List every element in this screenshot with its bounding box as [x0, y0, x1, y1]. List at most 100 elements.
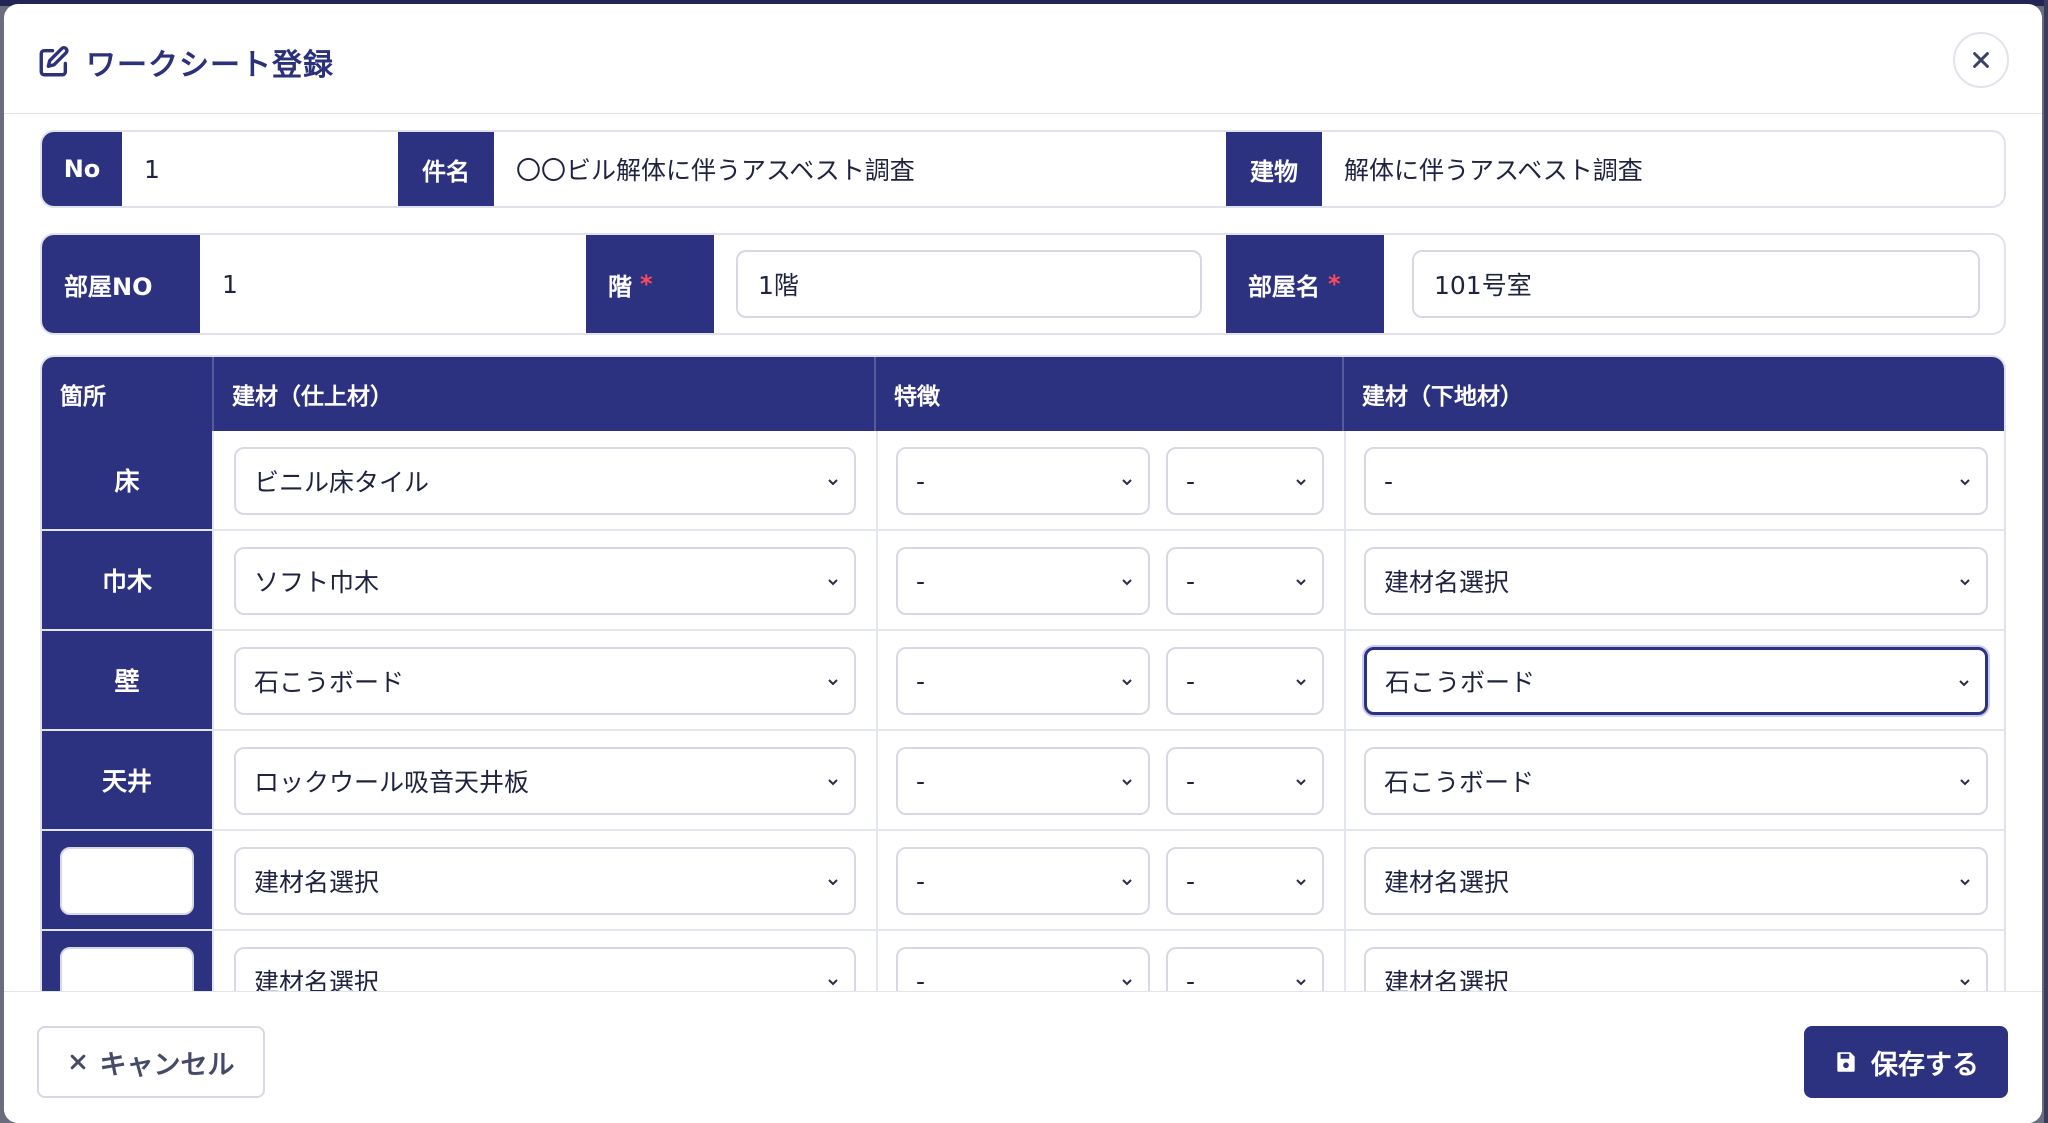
- table-row: 壁 石こうボード - - 石こうボード: [42, 631, 2004, 731]
- select-value: 建材名選択: [1384, 868, 1510, 897]
- chevron-down-icon: [828, 479, 838, 486]
- row-location: [42, 931, 214, 991]
- feature-select-2[interactable]: -: [1166, 647, 1324, 715]
- select-value: -: [1384, 466, 1394, 496]
- material-table: 箇所 建材（仕上材） 特徴 建材（下地材） 床 ビニル床タイル - - - 巾木…: [40, 355, 2006, 991]
- chevron-down-icon: [1122, 979, 1132, 986]
- location-input[interactable]: [60, 847, 194, 915]
- table-row: 建材名選択 - - 建材名選択: [42, 931, 2004, 991]
- chevron-down-icon: [1122, 579, 1132, 586]
- cancel-button[interactable]: キャンセル: [37, 1026, 265, 1098]
- no-value: 1: [144, 154, 160, 184]
- feature-select-1[interactable]: -: [896, 947, 1150, 991]
- chevron-down-icon: [1959, 680, 1969, 687]
- feature-select-1[interactable]: -: [896, 847, 1150, 915]
- chevron-down-icon: [1960, 779, 1970, 786]
- chevron-down-icon: [1296, 979, 1306, 986]
- select-value: -: [916, 966, 926, 992]
- building-value: 解体に伴うアスベスト調査: [1344, 156, 1643, 185]
- location-input[interactable]: [60, 947, 194, 991]
- header-feature: 特徴: [876, 357, 1344, 431]
- feature-select-2[interactable]: -: [1166, 847, 1324, 915]
- dialog-header: ワークシート登録: [4, 4, 2042, 114]
- room-name-input-value: 101号室: [1434, 271, 1532, 300]
- chevron-down-icon: [1296, 779, 1306, 786]
- dialog-body: No 1 件名 〇〇ビル解体に伴うアスベスト調査 建物 解体に伴うアスベスト調査…: [4, 115, 2042, 991]
- row-location: 天井: [42, 731, 214, 829]
- close-button[interactable]: [1953, 32, 2009, 88]
- floor-label-text: 階: [608, 272, 632, 301]
- cancel-label: キャンセル: [99, 1049, 235, 1081]
- base-material-select[interactable]: 建材名選択: [1364, 547, 1988, 615]
- floor-label: 階 *: [586, 235, 714, 333]
- base-material-select[interactable]: 建材名選択: [1364, 847, 1988, 915]
- row-location: 床: [42, 431, 214, 529]
- finish-material-select[interactable]: ソフト巾木: [234, 547, 856, 615]
- select-value: 石こうボード: [1385, 668, 1536, 697]
- finish-material-select[interactable]: 建材名選択: [234, 847, 856, 915]
- edit-icon: [39, 45, 69, 77]
- feature-select-1[interactable]: -: [896, 447, 1150, 515]
- chevron-down-icon: [1122, 879, 1132, 886]
- chevron-down-icon: [1122, 779, 1132, 786]
- feature-select-1[interactable]: -: [896, 747, 1150, 815]
- finish-material-select[interactable]: ロックウール吸音天井板: [234, 747, 856, 815]
- dialog-title: ワークシート登録: [86, 48, 334, 83]
- chevron-down-icon: [828, 979, 838, 986]
- chevron-down-icon: [1296, 579, 1306, 586]
- select-value: -: [916, 566, 926, 596]
- base-material-select[interactable]: -: [1364, 447, 1988, 515]
- select-value: -: [1186, 466, 1196, 496]
- floor-input-value: 1階: [758, 271, 799, 300]
- select-value: 石こうボード: [1384, 768, 1535, 797]
- base-material-select[interactable]: 石こうボード: [1364, 647, 1988, 715]
- feature-select-2[interactable]: -: [1166, 747, 1324, 815]
- select-value: -: [916, 866, 926, 896]
- chevron-down-icon: [1960, 879, 1970, 886]
- subject-label: 件名: [398, 132, 494, 206]
- base-material-select[interactable]: 石こうボード: [1364, 747, 1988, 815]
- header-location: 箇所: [42, 357, 214, 431]
- row-location: 巾木: [42, 531, 214, 629]
- finish-material-select[interactable]: ビニル床タイル: [234, 447, 856, 515]
- chevron-down-icon: [1296, 879, 1306, 886]
- chevron-down-icon: [1296, 679, 1306, 686]
- feature-select-2[interactable]: -: [1166, 947, 1324, 991]
- feature-select-2[interactable]: -: [1166, 447, 1324, 515]
- select-value: -: [916, 766, 926, 796]
- required-mark: *: [640, 270, 653, 298]
- chevron-down-icon: [1960, 479, 1970, 486]
- feature-select-1[interactable]: -: [896, 547, 1150, 615]
- room-name-input[interactable]: 101号室: [1412, 250, 1980, 318]
- select-value: -: [916, 666, 926, 696]
- save-icon: [1837, 1052, 1855, 1072]
- floor-input[interactable]: 1階: [736, 250, 1202, 318]
- select-value: 石こうボード: [254, 668, 405, 697]
- feature-select-2[interactable]: -: [1166, 547, 1324, 615]
- backdrop-edge: [2044, 0, 2048, 1123]
- select-value: 建材名選択: [1384, 568, 1510, 597]
- feature-select-1[interactable]: -: [896, 647, 1150, 715]
- chevron-down-icon: [828, 579, 838, 586]
- room-name-label: 部屋名 *: [1226, 235, 1384, 333]
- select-value: -: [1186, 666, 1196, 696]
- save-label: 保存する: [1871, 1049, 1979, 1081]
- select-value: 建材名選択: [1384, 968, 1510, 991]
- table-row: 天井 ロックウール吸音天井板 - - 石こうボード: [42, 731, 2004, 831]
- worksheet-dialog: ワークシート登録 No 1 件名 〇〇ビル解体に伴うアスベスト調査 建物 解体に…: [4, 4, 2042, 1123]
- chevron-down-icon: [1122, 679, 1132, 686]
- building-label: 建物: [1226, 132, 1322, 206]
- room-name-label-text: 部屋名: [1248, 272, 1320, 301]
- dialog-footer: キャンセル 保存する: [4, 991, 2042, 1123]
- table-row: 床 ビニル床タイル - - -: [42, 431, 2004, 531]
- chevron-down-icon: [828, 879, 838, 886]
- finish-material-select[interactable]: 石こうボード: [234, 647, 856, 715]
- finish-material-select[interactable]: 建材名選択: [234, 947, 856, 991]
- subject-value: 〇〇ビル解体に伴うアスベスト調査: [516, 156, 915, 185]
- base-material-select[interactable]: 建材名選択: [1364, 947, 1988, 991]
- chevron-down-icon: [828, 679, 838, 686]
- chevron-down-icon: [1122, 479, 1132, 486]
- table-row: 建材名選択 - - 建材名選択: [42, 831, 2004, 931]
- save-button[interactable]: 保存する: [1804, 1026, 2008, 1098]
- required-mark: *: [1328, 270, 1341, 298]
